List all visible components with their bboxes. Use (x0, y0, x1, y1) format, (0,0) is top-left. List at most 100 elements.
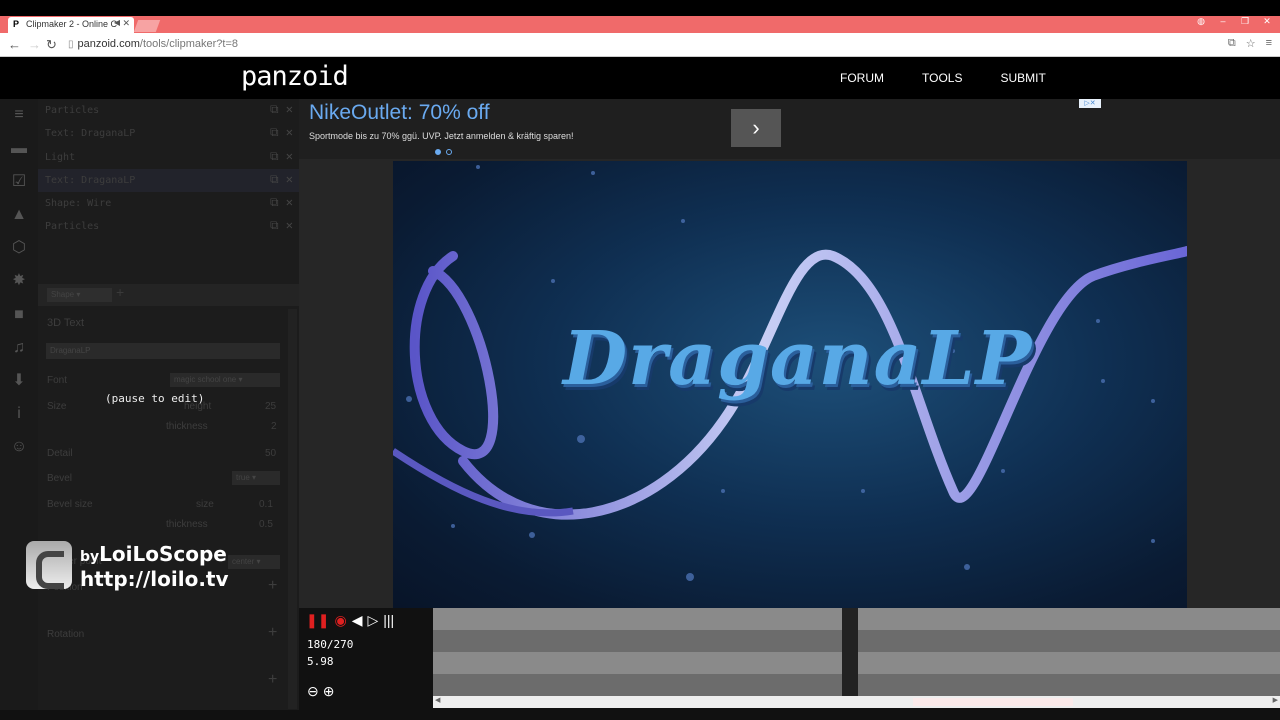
site-header: panzoid FORUM TOOLS SUBMIT (0, 57, 1280, 99)
layer-item[interactable]: Text: DraganaLP ⧉ ✕ (38, 122, 299, 145)
burst-icon[interactable]: ✸ (9, 271, 29, 291)
layer-actions: ⧉ ✕ (270, 172, 293, 187)
timeline-tracks[interactable] (433, 608, 1280, 696)
layer-actions: ⧉ ✕ (270, 149, 293, 164)
ad-title[interactable]: NikeOutlet: 70% off (309, 101, 490, 125)
bevel-thickness-value[interactable]: 0.5 (259, 519, 273, 530)
thickness-value[interactable]: 2 (271, 421, 277, 432)
layer-item[interactable]: Particles ⧉ ✕ (38, 215, 299, 238)
layer-item-selected[interactable]: Text: DraganaLP ⧉ ✕ (38, 168, 299, 193)
font-label: Font (47, 375, 68, 386)
ad-next-arrow-icon[interactable]: › (731, 109, 781, 147)
copy-icon[interactable]: ⧉ (270, 125, 279, 139)
back-arrow-icon[interactable]: ← (8, 37, 21, 52)
landscape-icon[interactable]: ▲ (9, 205, 29, 225)
scroll-right-arrow-icon[interactable]: ▶ (1273, 696, 1278, 704)
minimize-button[interactable]: – (1216, 16, 1230, 27)
nav-submit[interactable]: SUBMIT (1000, 71, 1045, 85)
checkbox-icon[interactable]: ☑ (9, 172, 29, 192)
scale-expand-icon[interactable]: + (268, 671, 277, 689)
scroll-left-arrow-icon[interactable]: ◀ (435, 696, 440, 704)
nav-forum[interactable]: FORUM (840, 71, 884, 85)
add-layer-plus-icon[interactable]: + (116, 284, 124, 300)
detail-value[interactable]: 50 (265, 448, 276, 459)
info-icon[interactable]: i (9, 404, 29, 424)
restore-button[interactable]: ❐ (1238, 16, 1252, 27)
copy-icon[interactable]: ⧉ (270, 195, 279, 209)
height-value[interactable]: 25 (265, 401, 276, 412)
bevel-size-label: Bevel size (47, 499, 93, 510)
layer-label: Light (45, 151, 76, 163)
timeline-scrollbar[interactable]: ◀ ▶ (433, 696, 1280, 708)
address-bar: ← → ↻ ▯ panzoid.com/tools/clipmaker?t=8 ⧉… (0, 33, 1280, 57)
props-scrollbar[interactable] (288, 309, 297, 709)
rotation-expand-icon[interactable]: + (268, 624, 277, 642)
panzoid-logo[interactable]: panzoid (241, 61, 349, 92)
copy-icon[interactable]: ⧉ (270, 102, 279, 116)
scroll-thumb[interactable] (913, 698, 1073, 706)
url-field[interactable]: ▯ panzoid.com/tools/clipmaker?t=8 (68, 38, 238, 50)
tab-clipmaker[interactable]: P Clipmaker 2 - Online C ◀ ✕ (8, 17, 134, 33)
playhead[interactable] (842, 608, 858, 696)
nav-tools[interactable]: TOOLS (922, 71, 962, 85)
layer-item[interactable]: Particles ⧉ ✕ (38, 99, 299, 122)
copy-icon[interactable]: ⧉ (270, 218, 279, 232)
ad-pager-dot[interactable] (435, 149, 441, 155)
rotation-label: Rotation (47, 629, 85, 640)
position-expand-icon[interactable]: + (268, 577, 277, 595)
delete-icon[interactable]: ✕ (286, 102, 293, 116)
zoom-out-icon[interactable]: ⊖ (307, 683, 319, 700)
zoom-in-icon[interactable]: ⊕ (323, 683, 335, 700)
ad-close-icon[interactable]: ▷✕ (1079, 99, 1101, 108)
layer-type-select[interactable]: Shape ▾ (47, 288, 112, 302)
translate-icon[interactable]: ⧉ (1228, 37, 1236, 50)
ad-banner[interactable]: NikeOutlet: 70% off Sportmode bis zu 70%… (299, 99, 1280, 159)
text-value-field[interactable]: DraganaLP (46, 343, 280, 359)
close-window-button[interactable]: ✕ (1260, 16, 1274, 27)
waveform-icon[interactable]: ||| (383, 612, 394, 629)
layer-item[interactable]: Shape: Wire ⧉ ✕ (38, 192, 299, 215)
pause-button[interactable]: ❚❚ (306, 612, 329, 629)
url-path: /tools/clipmaker?t=8 (139, 38, 239, 50)
eye-icon[interactable]: ◉ (334, 612, 346, 629)
step-forward-icon[interactable]: ▷ (367, 612, 378, 629)
music-note-icon[interactable]: ♫ (9, 338, 29, 358)
preview-3d-title: DraganaLP (563, 316, 1033, 402)
volume-icon[interactable]: ◀ (352, 612, 363, 629)
delete-icon[interactable]: ✕ (286, 125, 293, 139)
menu-icon[interactable]: ≡ (1266, 37, 1272, 50)
pause-to-edit-message: (pause to edit) (105, 392, 205, 405)
cube-icon[interactable]: ⬡ (9, 238, 29, 258)
folder-icon[interactable]: ▬ (9, 139, 29, 159)
tab-strip: P Clipmaker 2 - Online C ◀ ✕ (0, 16, 1280, 33)
user-icon[interactable]: ◍ (1194, 16, 1208, 27)
new-tab-button[interactable] (133, 20, 161, 32)
layer-actions: ⧉ ✕ (270, 218, 293, 233)
close-tab-icon[interactable]: ✕ (122, 18, 130, 29)
delete-icon[interactable]: ✕ (286, 195, 293, 209)
bevel-select[interactable]: true ▾ (232, 471, 280, 485)
text-value: DraganaLP (50, 346, 91, 355)
editor-sidebar: ≡ ▬ ☑ ▲ ⬡ ✸ ■ ♫ ⬇ i ☺ Particles ⧉ ✕ Text:… (0, 99, 299, 710)
delete-icon[interactable]: ✕ (286, 218, 293, 232)
add-layer-row: Shape ▾ + (38, 284, 299, 306)
smiley-icon[interactable]: ☺ (9, 437, 29, 457)
reload-icon[interactable]: ↻ (46, 37, 57, 53)
preview-canvas[interactable]: DraganaLP (393, 161, 1187, 608)
ad-pager-dot[interactable] (446, 149, 452, 155)
delete-icon[interactable]: ✕ (286, 149, 293, 163)
download-icon[interactable]: ⬇ (9, 371, 29, 391)
main-nav: FORUM TOOLS SUBMIT (840, 71, 1046, 85)
camera-icon[interactable]: ■ (9, 305, 29, 325)
copy-icon[interactable]: ⧉ (270, 149, 279, 163)
layer-label: Text: DraganaLP (45, 128, 136, 140)
forward-arrow-icon[interactable]: → (28, 37, 41, 52)
hamburger-menu-icon[interactable]: ≡ (9, 105, 29, 125)
copy-icon[interactable]: ⧉ (270, 172, 279, 186)
star-icon[interactable]: ☆ (1246, 37, 1256, 50)
delete-icon[interactable]: ✕ (286, 172, 293, 186)
layer-item[interactable]: Light ⧉ ✕ (38, 146, 299, 169)
bevel-size-size-value[interactable]: 0.1 (259, 499, 273, 510)
font-select[interactable]: magic school one ▾ (170, 373, 280, 387)
bevel-thickness-label: thickness (166, 519, 208, 530)
